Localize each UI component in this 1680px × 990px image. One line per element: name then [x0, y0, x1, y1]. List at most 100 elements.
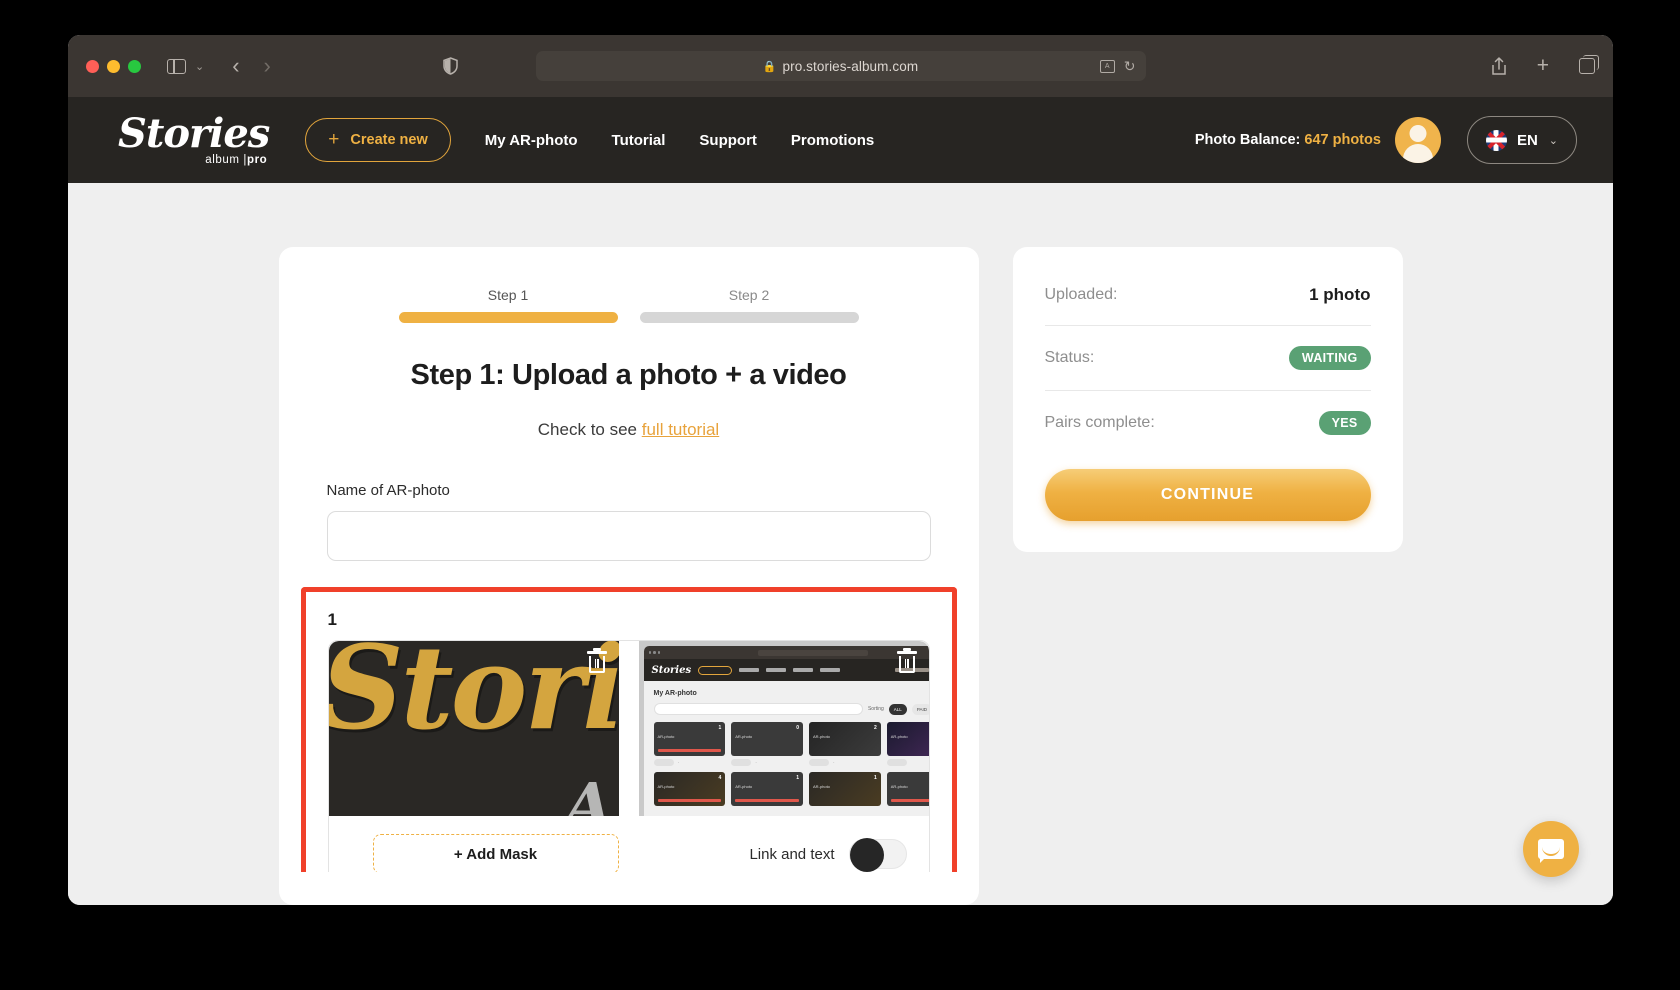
site-header: Stories album |pro + Create new My AR-ph…	[68, 97, 1613, 183]
mini-tile-title: AR-photo	[813, 784, 830, 789]
plus-icon: +	[328, 129, 340, 150]
uploaded-value: 1 photo	[1309, 285, 1371, 304]
translate-icon[interactable]: A	[1099, 59, 1115, 73]
step-1-bar	[398, 312, 618, 323]
mini-chip-paid: PAID	[911, 703, 929, 715]
photo-thumbnail-text-secondary: A	[564, 769, 613, 816]
site-logo[interactable]: Stories album |pro	[118, 109, 270, 166]
logo-wordmark: Stories	[118, 109, 270, 157]
photo-balance-label: Photo Balance:	[1194, 132, 1301, 148]
step-2-bar	[639, 312, 859, 323]
page-content: Step 1 Step 2 Step 1: Upload a photo + a…	[68, 183, 1613, 905]
language-selector[interactable]: EN ⌄	[1466, 116, 1577, 164]
browser-toolbar: ⌄ ‹ › 🔒 pro.stories-album.com A ↻ +	[68, 35, 1613, 97]
step-1-label: Step 1	[487, 287, 529, 303]
minimize-window-button[interactable]	[107, 59, 120, 73]
create-new-button[interactable]: + Create new	[305, 118, 451, 162]
tab-overview-icon[interactable]	[1579, 55, 1599, 74]
logo-sub-album: album	[205, 153, 244, 166]
main-navigation: My AR-photo Tutorial Support Promotions	[485, 132, 875, 149]
video-thumbnail[interactable]: Stories My AR-photo Sorting ALL PAID AR-…	[638, 641, 929, 816]
pairs-complete-row: Pairs complete: YES	[1045, 411, 1371, 435]
name-input[interactable]	[326, 511, 931, 561]
mini-tile-count: 0	[796, 725, 799, 731]
chevron-down-icon: ⌄	[1548, 134, 1558, 147]
lock-icon: 🔒	[762, 60, 777, 73]
chat-message-icon[interactable]	[1523, 821, 1579, 877]
photo-thumbnail[interactable]: Stories A	[328, 641, 619, 816]
mini-tile-title: AR-photo	[890, 784, 908, 789]
back-chevron-icon[interactable]: ‹	[230, 53, 241, 79]
avatar[interactable]	[1394, 117, 1441, 163]
status-label: Status:	[1044, 349, 1095, 366]
mini-tile-count: 1	[796, 775, 799, 781]
nav-item-promotions[interactable]: Promotions	[791, 132, 874, 149]
pair-thumbnails: Stories A	[328, 641, 929, 816]
mini-page-title: My AR-photo	[653, 690, 697, 697]
maximize-window-button[interactable]	[128, 59, 141, 73]
link-and-text-toggle[interactable]	[848, 838, 907, 872]
close-window-button[interactable]	[86, 59, 99, 73]
trash-icon[interactable]	[586, 651, 607, 673]
mini-tile-title: AR-photo	[735, 784, 753, 789]
photo-balance-amount: 647 photos	[1304, 132, 1381, 148]
nav-item-my-ar-photo[interactable]: My AR-photo	[485, 132, 578, 149]
window-controls	[86, 59, 141, 73]
link-and-text-label: Link and text	[749, 845, 835, 863]
sidebar-toggle-icon[interactable]	[167, 58, 186, 74]
status-panel: Uploaded: 1 photo Status: WAITING Pairs …	[1012, 247, 1403, 552]
mini-tile-count: 1	[873, 775, 877, 781]
status-badge: WAITING	[1288, 346, 1371, 370]
url-text: pro.stories-album.com	[782, 58, 919, 74]
name-field-label: Name of AR-photo	[326, 482, 450, 499]
mini-tile-count: 1	[718, 725, 722, 731]
mini-chip-all: ALL	[888, 703, 907, 715]
create-new-label: Create new	[350, 132, 428, 148]
step-indicator: Step 1 Step 2	[327, 287, 931, 323]
trash-icon[interactable]	[896, 651, 917, 673]
share-icon[interactable]	[1491, 56, 1507, 76]
logo-subtitle: album |pro	[205, 153, 268, 166]
mini-logo: Stories	[651, 664, 692, 676]
page-title: Step 1: Upload a photo + a video	[410, 359, 847, 391]
step-1[interactable]: Step 1	[398, 287, 618, 323]
mini-tile-count: 2	[873, 725, 877, 731]
mini-tile-title: AR-photo	[657, 734, 675, 739]
mini-sort-label: Sorting	[867, 706, 884, 712]
photo-thumbnail-text: Stories	[328, 641, 619, 756]
full-tutorial-link[interactable]: full tutorial	[642, 420, 719, 439]
logo-sub-pro: pro	[246, 153, 268, 166]
pair-body: Stories A	[327, 640, 930, 872]
nav-item-support[interactable]: Support	[699, 132, 757, 149]
nav-item-tutorial[interactable]: Tutorial	[612, 132, 666, 149]
mini-tile-title: AR-photo	[890, 734, 908, 739]
address-bar[interactable]: 🔒 pro.stories-album.com A ↻	[535, 51, 1146, 81]
new-tab-plus-icon[interactable]: +	[1537, 54, 1549, 78]
video-preview-content: Stories My AR-photo Sorting ALL PAID AR-…	[643, 646, 929, 816]
shield-icon[interactable]	[443, 57, 458, 75]
language-code: EN	[1516, 131, 1538, 149]
reload-icon[interactable]: ↻	[1124, 58, 1136, 75]
step-2[interactable]: Step 2	[639, 287, 859, 323]
chevron-down-icon[interactable]: ⌄	[195, 60, 204, 73]
pairs-complete-badge: YES	[1318, 411, 1371, 435]
browser-window: ⌄ ‹ › 🔒 pro.stories-album.com A ↻ + Stor…	[68, 35, 1613, 905]
uk-flag-icon	[1485, 129, 1507, 151]
tutorial-prefix: Check to see	[537, 420, 642, 439]
mini-tile-title: AR-photo	[813, 734, 830, 739]
forward-chevron-icon[interactable]: ›	[262, 53, 273, 79]
pair-index: 1	[327, 610, 337, 629]
uploaded-label: Uploaded:	[1044, 286, 1118, 303]
continue-button[interactable]: CONTINUE	[1044, 469, 1371, 521]
mini-tile-title: AR-photo	[735, 734, 753, 739]
tutorial-line: Check to see full tutorial	[327, 420, 931, 440]
add-mask-button[interactable]: + Add Mask	[372, 834, 619, 872]
pairs-complete-label: Pairs complete:	[1044, 414, 1155, 431]
uploaded-row: Uploaded: 1 photo	[1044, 285, 1371, 326]
mini-tile-count: 4	[718, 775, 722, 781]
photo-balance: Photo Balance: 647 photos	[1195, 132, 1381, 148]
upload-card: Step 1 Step 2 Step 1: Upload a photo + a…	[278, 247, 979, 905]
step-2-label: Step 2	[728, 287, 770, 303]
pair-controls: + Add Mask Link and text	[328, 816, 929, 872]
pair-highlight-box: 1 Stories A	[300, 587, 957, 872]
